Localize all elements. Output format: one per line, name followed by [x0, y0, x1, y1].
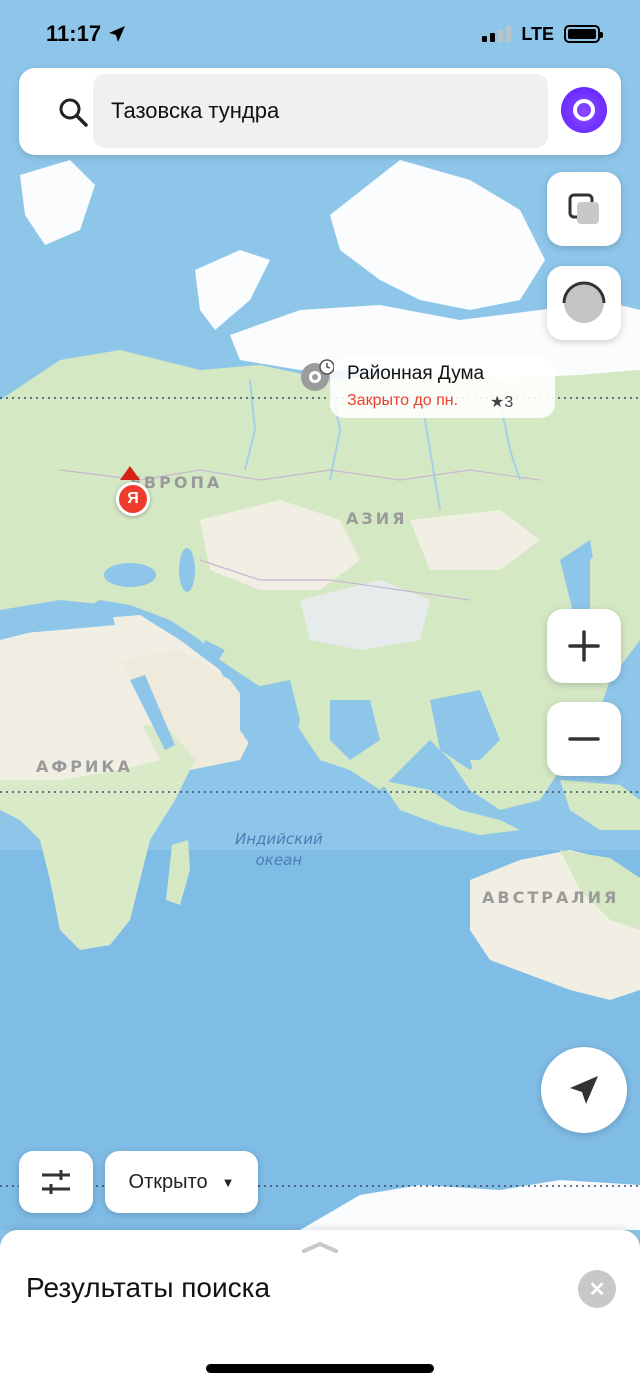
map-view[interactable]: ЕВРОПА АЗИЯ АФРИКА АВСТРАЛИЯ Индийский о… — [0, 0, 640, 1386]
label-africa: АФРИКА — [36, 757, 133, 776]
layers-icon — [568, 193, 599, 224]
label-indian-ocean: Индийский океан — [235, 830, 323, 869]
close-icon: ✕ — [588, 1278, 606, 1301]
filters-button[interactable] — [19, 1151, 93, 1213]
globe-view-button[interactable] — [547, 266, 621, 340]
zoom-out-button[interactable] — [547, 702, 621, 776]
alice-voice-button[interactable] — [561, 87, 607, 133]
minus-icon — [568, 737, 600, 741]
search-bar: Тазовска тундра — [19, 68, 621, 155]
status-time: 11:17 — [46, 21, 102, 46]
marker-flag-icon — [120, 466, 140, 480]
location-services-icon — [109, 26, 126, 42]
place-marker[interactable]: Районная Дума Закрыто до пн. ★3 — [300, 358, 555, 418]
location-arrow-icon — [570, 1076, 598, 1104]
yandex-location-marker[interactable]: Я — [116, 482, 150, 516]
status-indicators: LTE — [482, 23, 603, 45]
cellular-signal-icon — [482, 26, 512, 42]
status-time-group: 11:17 — [46, 21, 127, 47]
status-bar: 11:17 LTE — [0, 0, 640, 68]
close-sheet-button[interactable]: ✕ — [578, 1270, 616, 1308]
search-icon[interactable] — [57, 96, 89, 128]
zoom-in-button[interactable] — [547, 609, 621, 683]
map-layers-button[interactable] — [547, 172, 621, 246]
battery-icon — [564, 25, 603, 43]
open-now-label: Открыто — [128, 1170, 208, 1193]
search-input[interactable]: Тазовска тундра — [93, 74, 548, 148]
sheet-title: Результаты поиска — [26, 1272, 271, 1303]
open-now-filter[interactable]: Открыто ▼ — [105, 1151, 258, 1213]
place-rating: ★3 — [490, 394, 514, 411]
alice-icon — [573, 99, 595, 121]
search-results-sheet[interactable]: Результаты поиска ✕ — [0, 1230, 640, 1386]
clock-pin-icon — [301, 359, 334, 391]
network-type: LTE — [521, 23, 554, 44]
chevron-up-icon[interactable] — [300, 1240, 340, 1254]
filter-sliders-icon — [42, 1170, 70, 1194]
dropdown-arrow-icon: ▼ — [221, 1174, 235, 1190]
sphere-icon — [562, 281, 606, 323]
plus-icon — [568, 630, 600, 662]
my-location-button[interactable] — [541, 1047, 627, 1133]
place-name: Районная Дума — [347, 363, 485, 384]
label-australia: АВСТРАЛИЯ — [482, 888, 620, 907]
home-indicator[interactable] — [206, 1364, 434, 1373]
place-status: Закрыто до пн. — [347, 392, 459, 409]
label-asia: АЗИЯ — [346, 509, 408, 528]
map-base — [0, 0, 640, 1386]
